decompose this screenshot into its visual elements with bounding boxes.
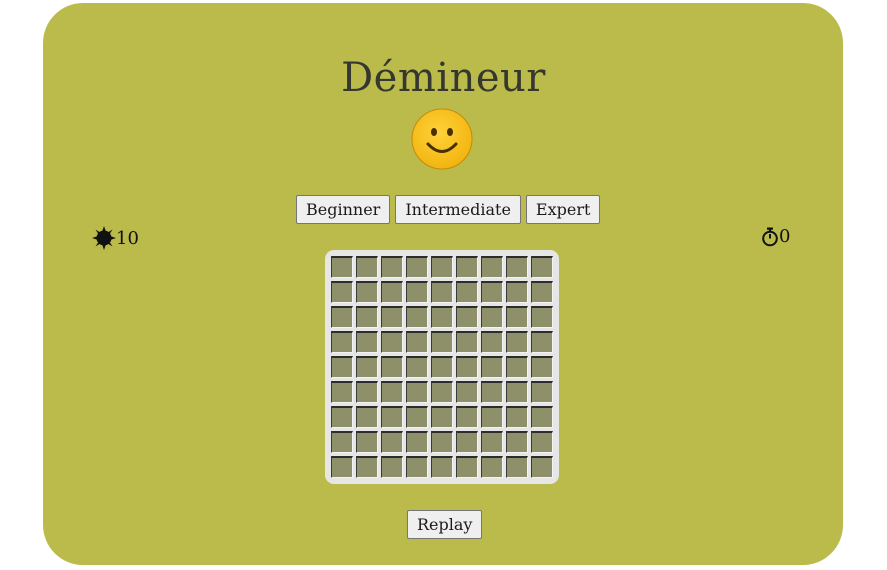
minefield-cell[interactable] — [331, 406, 353, 428]
minefield-cell[interactable] — [481, 256, 503, 278]
minefield-cell[interactable] — [456, 381, 478, 403]
minefield-cell[interactable] — [406, 406, 428, 428]
minefield-cell[interactable] — [481, 356, 503, 378]
minefield-cell[interactable] — [456, 331, 478, 353]
minefield-cell[interactable] — [406, 256, 428, 278]
mine-icon — [92, 226, 116, 250]
minefield-cell[interactable] — [431, 331, 453, 353]
minefield-cell[interactable] — [481, 331, 503, 353]
expert-button[interactable]: Expert — [525, 195, 601, 224]
timer-value: 0 — [779, 226, 791, 247]
minefield-cell[interactable] — [456, 431, 478, 453]
minefield-cell[interactable] — [506, 406, 528, 428]
minefield-cell[interactable] — [356, 281, 378, 303]
minefield-cell[interactable] — [531, 331, 553, 353]
minefield-cell[interactable] — [456, 256, 478, 278]
minefield-cell[interactable] — [331, 431, 353, 453]
minefield-cell[interactable] — [431, 406, 453, 428]
minefield-cell[interactable] — [431, 356, 453, 378]
minefield-cell[interactable] — [381, 381, 403, 403]
minefield-cell[interactable] — [481, 456, 503, 478]
minefield-cell[interactable] — [406, 431, 428, 453]
minefield-cell[interactable] — [331, 456, 353, 478]
minefield-cell[interactable] — [431, 381, 453, 403]
minefield-cell[interactable] — [356, 256, 378, 278]
minefield-cell[interactable] — [531, 306, 553, 328]
minefield-cell[interactable] — [406, 456, 428, 478]
minefield-cell[interactable] — [356, 406, 378, 428]
minefield-cell[interactable] — [531, 356, 553, 378]
minefield-cell[interactable] — [456, 356, 478, 378]
minefield-cell[interactable] — [331, 306, 353, 328]
minefield-cell[interactable] — [481, 381, 503, 403]
minefield-cell[interactable] — [531, 431, 553, 453]
intermediate-button[interactable]: Intermediate — [395, 195, 521, 224]
timer-counter: 0 — [761, 226, 790, 247]
mine-count-value: 10 — [116, 227, 139, 249]
minefield-cell[interactable] — [506, 331, 528, 353]
minefield-cell[interactable] — [331, 356, 353, 378]
smiley-face-icon[interactable] — [410, 107, 474, 171]
minefield-cell[interactable] — [356, 381, 378, 403]
minefield-cell[interactable] — [431, 456, 453, 478]
minefield-cell[interactable] — [356, 431, 378, 453]
minefield-cell[interactable] — [331, 281, 353, 303]
minefield-cell[interactable] — [531, 256, 553, 278]
minefield-cell[interactable] — [431, 281, 453, 303]
minefield-cell[interactable] — [531, 281, 553, 303]
minefield-cell[interactable] — [356, 456, 378, 478]
minefield-cell[interactable] — [406, 306, 428, 328]
minefield-cell[interactable] — [381, 281, 403, 303]
minefield-cell[interactable] — [456, 281, 478, 303]
minefield-cell[interactable] — [506, 381, 528, 403]
minefield-cell[interactable] — [406, 331, 428, 353]
minefield-cell[interactable] — [456, 406, 478, 428]
mine-counter: 10 — [92, 226, 139, 250]
minefield-cell[interactable] — [456, 306, 478, 328]
minefield-cell[interactable] — [406, 356, 428, 378]
minefield-cell[interactable] — [431, 431, 453, 453]
minefield-cell[interactable] — [481, 406, 503, 428]
minefield-cell[interactable] — [431, 306, 453, 328]
replay-button[interactable]: Replay — [407, 510, 483, 539]
minefield-cell[interactable] — [531, 456, 553, 478]
minefield-cell[interactable] — [456, 456, 478, 478]
minefield-cell[interactable] — [481, 431, 503, 453]
minefield-cell[interactable] — [406, 381, 428, 403]
minefield-cell[interactable] — [506, 356, 528, 378]
level-selector: Beginner Intermediate Expert — [296, 195, 601, 224]
game-title: Démineur — [341, 55, 546, 101]
minefield-cell[interactable] — [506, 456, 528, 478]
minefield-cell[interactable] — [381, 406, 403, 428]
minefield-cell[interactable] — [381, 331, 403, 353]
beginner-button[interactable]: Beginner — [296, 195, 391, 224]
minefield-cell[interactable] — [381, 456, 403, 478]
minefield-cell[interactable] — [381, 256, 403, 278]
minefield-cell[interactable] — [356, 356, 378, 378]
minefield-cell[interactable] — [381, 306, 403, 328]
minefield-cell[interactable] — [431, 256, 453, 278]
minefield-cell[interactable] — [531, 406, 553, 428]
minefield-cell[interactable] — [506, 431, 528, 453]
minefield-cell[interactable] — [531, 381, 553, 403]
minefield-cell[interactable] — [381, 431, 403, 453]
minefield-cell[interactable] — [356, 306, 378, 328]
minefield-cell[interactable] — [331, 331, 353, 353]
minefield-cell[interactable] — [331, 256, 353, 278]
minefield-cell[interactable] — [506, 306, 528, 328]
minefield-cell[interactable] — [481, 306, 503, 328]
minefield-cell[interactable] — [406, 281, 428, 303]
minefield-grid — [325, 250, 559, 484]
minefield-cell[interactable] — [481, 281, 503, 303]
stopwatch-icon — [762, 227, 778, 246]
minefield-cell[interactable] — [331, 381, 353, 403]
minefield-cell[interactable] — [506, 281, 528, 303]
minefield-cell[interactable] — [506, 256, 528, 278]
minefield-cell[interactable] — [356, 331, 378, 353]
minefield-cell[interactable] — [381, 356, 403, 378]
